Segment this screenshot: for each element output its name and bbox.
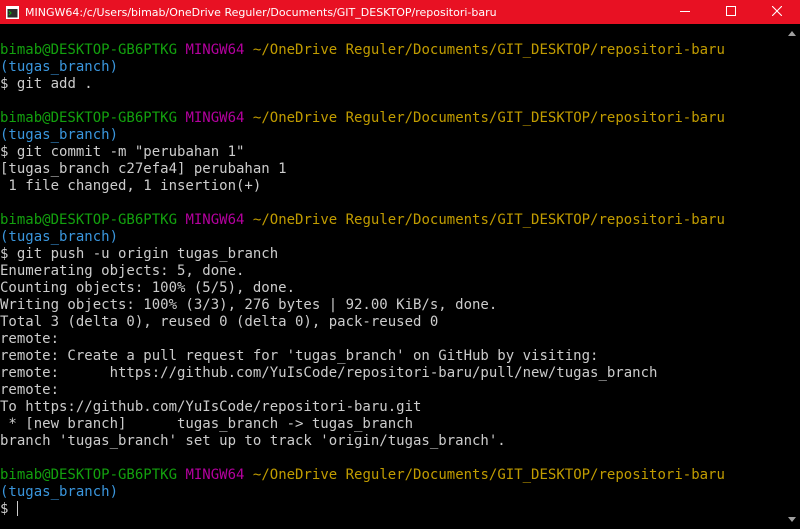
mingw-terminal-icon (6, 5, 19, 19)
command-line: $ git add . (0, 76, 784, 93)
command-line: $ git push -u origin tugas_branch (0, 246, 784, 263)
prompt-user: bimab@DESKTOP-GB6PTKG (0, 467, 178, 483)
prompt-branch: (tugas_branch) (0, 229, 119, 245)
output-line: Writing objects: 100% (3/3), 276 bytes |… (0, 297, 784, 314)
output-line: Counting objects: 100% (5/5), done. (0, 280, 784, 297)
scroll-down-arrow-icon[interactable] (788, 517, 796, 522)
title-bar[interactable]: MINGW64:/c/Users/bimab/OneDrive Reguler/… (0, 0, 800, 24)
prompt-line: bimab@DESKTOP-GB6PTKG MINGW64 ~/OneDrive… (0, 110, 784, 127)
minimize-button[interactable] (662, 0, 708, 24)
minimize-icon (680, 6, 690, 19)
prompt-path: ~/OneDrive Reguler/Documents/GIT_DESKTOP… (252, 212, 725, 228)
prompt-branch: (tugas_branch) (0, 59, 119, 75)
maximize-button[interactable] (708, 0, 754, 24)
close-button[interactable] (754, 0, 800, 24)
output-text: Counting objects: 100% (5/5), done. (0, 280, 296, 296)
prompt-user: bimab@DESKTOP-GB6PTKG (0, 110, 178, 126)
prompt-branch: (tugas_branch) (0, 484, 119, 500)
prompt-line: bimab@DESKTOP-GB6PTKG MINGW64 ~/OneDrive… (0, 212, 784, 229)
output-line: * [new branch] tugas_branch -> tugas_bra… (0, 416, 784, 433)
prompt-system: MINGW64 (185, 467, 245, 483)
text-cursor (16, 501, 18, 516)
output-line: remote: (0, 331, 784, 348)
command-line: $ (0, 501, 784, 518)
window-title: MINGW64:/c/Users/bimab/OneDrive Reguler/… (25, 5, 497, 19)
window-controls (662, 0, 800, 24)
branch-line: (tugas_branch) (0, 484, 784, 501)
output-text: branch 'tugas_branch' set up to track 'o… (0, 433, 506, 449)
prompt-symbol: $ (0, 76, 9, 92)
branch-line: (tugas_branch) (0, 59, 784, 76)
prompt-path: ~/OneDrive Reguler/Documents/GIT_DESKTOP… (252, 110, 725, 126)
prompt-system: MINGW64 (185, 42, 245, 58)
scroll-up-arrow-icon[interactable] (788, 31, 796, 36)
prompt-symbol: $ (0, 501, 9, 517)
prompt-path: ~/OneDrive Reguler/Documents/GIT_DESKTOP… (252, 42, 725, 58)
output-text: remote: (0, 382, 60, 398)
output-text: Enumerating objects: 5, done. (0, 263, 245, 279)
output-line: remote: (0, 382, 784, 399)
prompt-line: bimab@DESKTOP-GB6PTKG MINGW64 ~/OneDrive… (0, 467, 784, 484)
output-line: remote: Create a pull request for 'tugas… (0, 348, 784, 365)
command-text: git add . (16, 76, 93, 92)
output-text: Total 3 (delta 0), reused 0 (delta 0), p… (0, 314, 439, 330)
terminal-window: MINGW64:/c/Users/bimab/OneDrive Reguler/… (0, 0, 800, 529)
command-text: git push -u origin tugas_branch (16, 246, 279, 262)
prompt-system: MINGW64 (185, 212, 245, 228)
prompt-system: MINGW64 (185, 110, 245, 126)
prompt-user: bimab@DESKTOP-GB6PTKG (0, 212, 178, 228)
branch-line: (tugas_branch) (0, 127, 784, 144)
prompt-symbol: $ (0, 246, 9, 262)
output-line: 1 file changed, 1 insertion(+) (0, 178, 784, 195)
output-text: To https://github.com/YuIsCode/repositor… (0, 399, 422, 415)
output-line: remote: https://github.com/YuIsCode/repo… (0, 365, 784, 382)
output-line: To https://github.com/YuIsCode/repositor… (0, 399, 784, 416)
branch-line: (tugas_branch) (0, 229, 784, 246)
prompt-user: bimab@DESKTOP-GB6PTKG (0, 42, 178, 58)
output-text: 1 file changed, 1 insertion(+) (0, 178, 262, 194)
vertical-scrollbar[interactable] (784, 24, 800, 529)
prompt-branch: (tugas_branch) (0, 127, 119, 143)
output-line: branch 'tugas_branch' set up to track 'o… (0, 433, 784, 450)
prompt-symbol: $ (0, 144, 9, 160)
output-text: remote: (0, 331, 60, 347)
output-text: [tugas_branch c27efa4] perubahan 1 (0, 161, 287, 177)
output-text: * [new branch] tugas_branch -> tugas_bra… (0, 416, 414, 432)
output-line: Total 3 (delta 0), reused 0 (delta 0), p… (0, 314, 784, 331)
close-icon (771, 5, 783, 19)
prompt-path: ~/OneDrive Reguler/Documents/GIT_DESKTOP… (252, 467, 725, 483)
output-line: Enumerating objects: 5, done. (0, 263, 784, 280)
command-line: $ git commit -m "perubahan 1" (0, 144, 784, 161)
maximize-icon (726, 5, 736, 19)
output-text: remote: https://github.com/YuIsCode/repo… (0, 365, 658, 381)
output-text: remote: Create a pull request for 'tugas… (0, 348, 599, 364)
output-text: Writing objects: 100% (3/3), 276 bytes |… (0, 297, 498, 313)
command-text: git commit -m "perubahan 1" (16, 144, 245, 160)
prompt-line: bimab@DESKTOP-GB6PTKG MINGW64 ~/OneDrive… (0, 42, 784, 59)
output-line: [tugas_branch c27efa4] perubahan 1 (0, 161, 784, 178)
terminal-output[interactable]: bimab@DESKTOP-GB6PTKG MINGW64 ~/OneDrive… (0, 24, 784, 529)
